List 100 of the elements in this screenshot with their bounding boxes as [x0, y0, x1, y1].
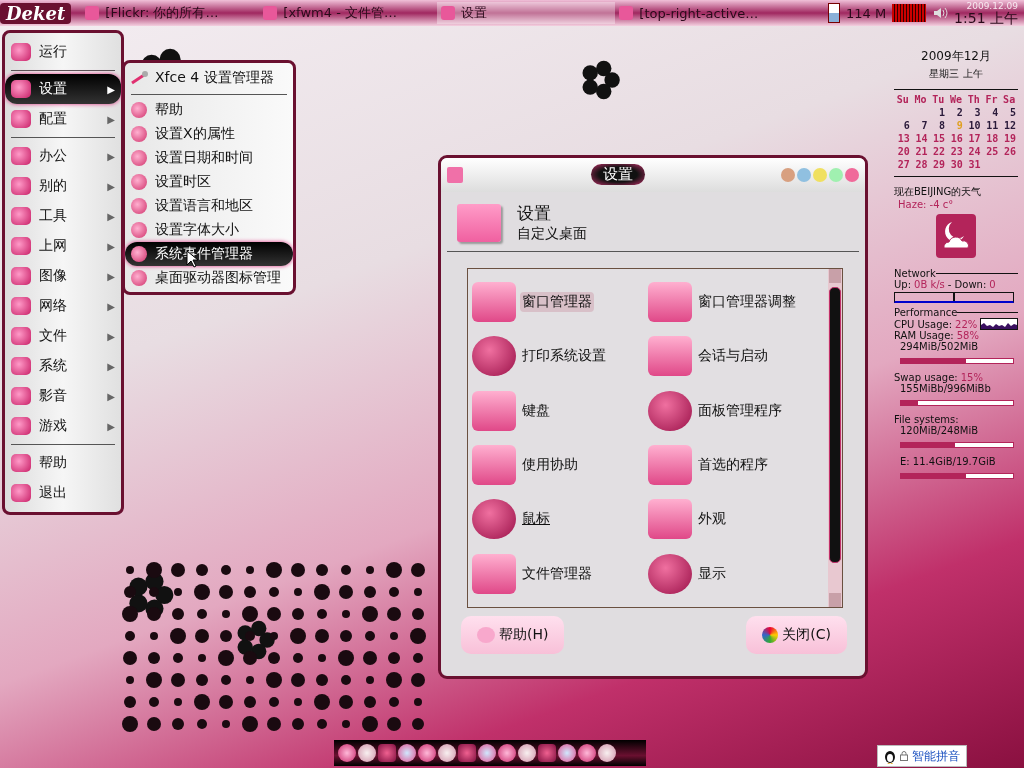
- settings-item[interactable]: 首选的程序: [696, 455, 770, 476]
- weekday-header: Th: [966, 94, 981, 105]
- window-control-button[interactable]: [845, 168, 859, 182]
- app-icon: [11, 267, 31, 285]
- cpu-graph-icon: [892, 4, 927, 22]
- menu-item[interactable]: 上网 ▶: [5, 231, 121, 261]
- calendar-day: 9: [947, 120, 965, 131]
- launcher-icon[interactable]: [358, 744, 376, 762]
- menu-item[interactable]: 办公 ▶: [5, 141, 121, 171]
- calendar-day: 21: [911, 146, 930, 157]
- menu-item[interactable]: 设置 ▶: [5, 74, 121, 104]
- settings-item[interactable]: 窗口管理器调整: [696, 292, 798, 313]
- app-icon: [472, 445, 516, 486]
- settings-item[interactable]: 显示: [696, 563, 728, 584]
- launcher-icon[interactable]: [498, 744, 516, 762]
- taskbar-button[interactable]: 设置: [437, 2, 616, 24]
- settings-item[interactable]: 文件管理器: [520, 563, 594, 584]
- app-icon: [11, 207, 31, 225]
- menu-item[interactable]: 设置日期和时间: [125, 146, 293, 170]
- menu-item[interactable]: 影音 ▶: [5, 381, 121, 411]
- volume-icon[interactable]: [932, 5, 949, 21]
- calendar-day: 6: [894, 120, 912, 131]
- network-label: Up:: [894, 279, 912, 290]
- window-icon: [85, 6, 100, 20]
- launcher-icon[interactable]: [578, 744, 596, 762]
- menu-item[interactable]: 游戏 ▶: [5, 411, 121, 441]
- settings-item[interactable]: 面板管理程序: [696, 400, 784, 421]
- settings-item[interactable]: 键盘: [520, 400, 552, 421]
- menu-item[interactable]: 设置X的属性: [125, 122, 293, 146]
- menu-item[interactable]: 设置语言和地区: [125, 194, 293, 218]
- clock[interactable]: 2009.12.09 1:51 上午: [954, 1, 1018, 25]
- meter-label: File systems:: [894, 414, 959, 425]
- menu-item[interactable]: 配置 ▶: [5, 104, 121, 134]
- menu-item[interactable]: 网络 ▶: [5, 291, 121, 321]
- calendar-day: 10: [964, 120, 983, 131]
- input-method-label[interactable]: 智能拼音: [912, 747, 960, 765]
- menu-item[interactable]: 帮助: [125, 98, 293, 122]
- app-icon: [131, 246, 147, 262]
- launcher-icon[interactable]: [598, 744, 616, 762]
- penguin-icon[interactable]: [884, 748, 896, 764]
- network-value: 0: [989, 279, 996, 290]
- menu-item[interactable]: 帮助: [5, 448, 121, 478]
- section-title: Performance: [894, 307, 958, 318]
- calendar-day: 17: [964, 133, 983, 144]
- launcher-icon[interactable]: [418, 744, 436, 762]
- taskbar-button[interactable]: [xfwm4 - 文件管…: [259, 2, 438, 24]
- cpu-label: CPU Usage:: [894, 318, 953, 330]
- scroll-thumb[interactable]: [829, 287, 841, 563]
- heading: 设置: [517, 202, 552, 225]
- network-value: 0B k/s: [914, 279, 945, 290]
- launcher-icon[interactable]: [518, 744, 536, 762]
- launcher-icon[interactable]: [338, 744, 356, 762]
- app-icon: [11, 417, 31, 435]
- memory-icon: [827, 3, 840, 23]
- calendar-day: 19: [1000, 133, 1018, 144]
- logo[interactable]: Deket: [0, 2, 72, 24]
- lock-icon[interactable]: [900, 751, 908, 761]
- calendar-day: 29: [929, 159, 948, 170]
- menu-item[interactable]: 桌面驱动器图标管理: [125, 266, 293, 290]
- launcher-icon[interactable]: [558, 744, 576, 762]
- settings-item[interactable]: 打印系统设置: [520, 346, 608, 367]
- calendar-day: 27: [894, 159, 912, 170]
- menu-item[interactable]: 工具 ▶: [5, 201, 121, 231]
- weekday-header: Su: [895, 94, 910, 105]
- window-icon: [441, 6, 456, 20]
- menu-item[interactable]: 图像 ▶: [5, 261, 121, 291]
- calendar-day: 20: [894, 146, 912, 157]
- calendar-day: 22: [929, 146, 948, 157]
- app-icon: [472, 553, 516, 594]
- app-icon: [131, 102, 147, 118]
- menu-item[interactable]: 运行: [5, 37, 121, 67]
- launcher-icon[interactable]: [438, 744, 456, 762]
- app-icon: [131, 198, 147, 214]
- settings-item[interactable]: 外观: [696, 509, 728, 530]
- calendar-day: 15: [929, 133, 948, 144]
- settings-item[interactable]: 鼠标: [520, 509, 552, 530]
- menu-item[interactable]: 设置字体大小: [125, 218, 293, 242]
- app-icon: [131, 150, 147, 166]
- menu-item[interactable]: 退出: [5, 478, 121, 508]
- menu-item[interactable]: Xfce 4 设置管理器: [125, 65, 293, 91]
- help-button[interactable]: 帮助(H): [461, 616, 565, 654]
- section-title: Network: [894, 268, 936, 279]
- app-icon: [648, 499, 692, 540]
- settings-item[interactable]: 使用协助: [520, 455, 580, 476]
- weekday-header: Fr: [984, 94, 999, 105]
- settings-item[interactable]: 会话与启动: [696, 346, 770, 367]
- calendar-day: 18: [982, 133, 1001, 144]
- launcher-icon[interactable]: [478, 744, 496, 762]
- close-icon: [762, 627, 779, 643]
- menu-item[interactable]: 别的 ▶: [5, 171, 121, 201]
- close-button[interactable]: 关闭(C): [746, 616, 847, 654]
- settings-item[interactable]: 窗口管理器: [520, 292, 594, 313]
- calendar-day: 24: [964, 146, 983, 157]
- app-icon: [11, 327, 31, 345]
- menu-item[interactable]: 文件 ▶: [5, 321, 121, 351]
- scrollbar[interactable]: [828, 269, 842, 607]
- menu-item[interactable]: 系统 ▶: [5, 351, 121, 381]
- meter-value: 58%: [956, 330, 979, 341]
- menu-item[interactable]: 设置时区: [125, 170, 293, 194]
- launcher-icon[interactable]: [398, 744, 416, 762]
